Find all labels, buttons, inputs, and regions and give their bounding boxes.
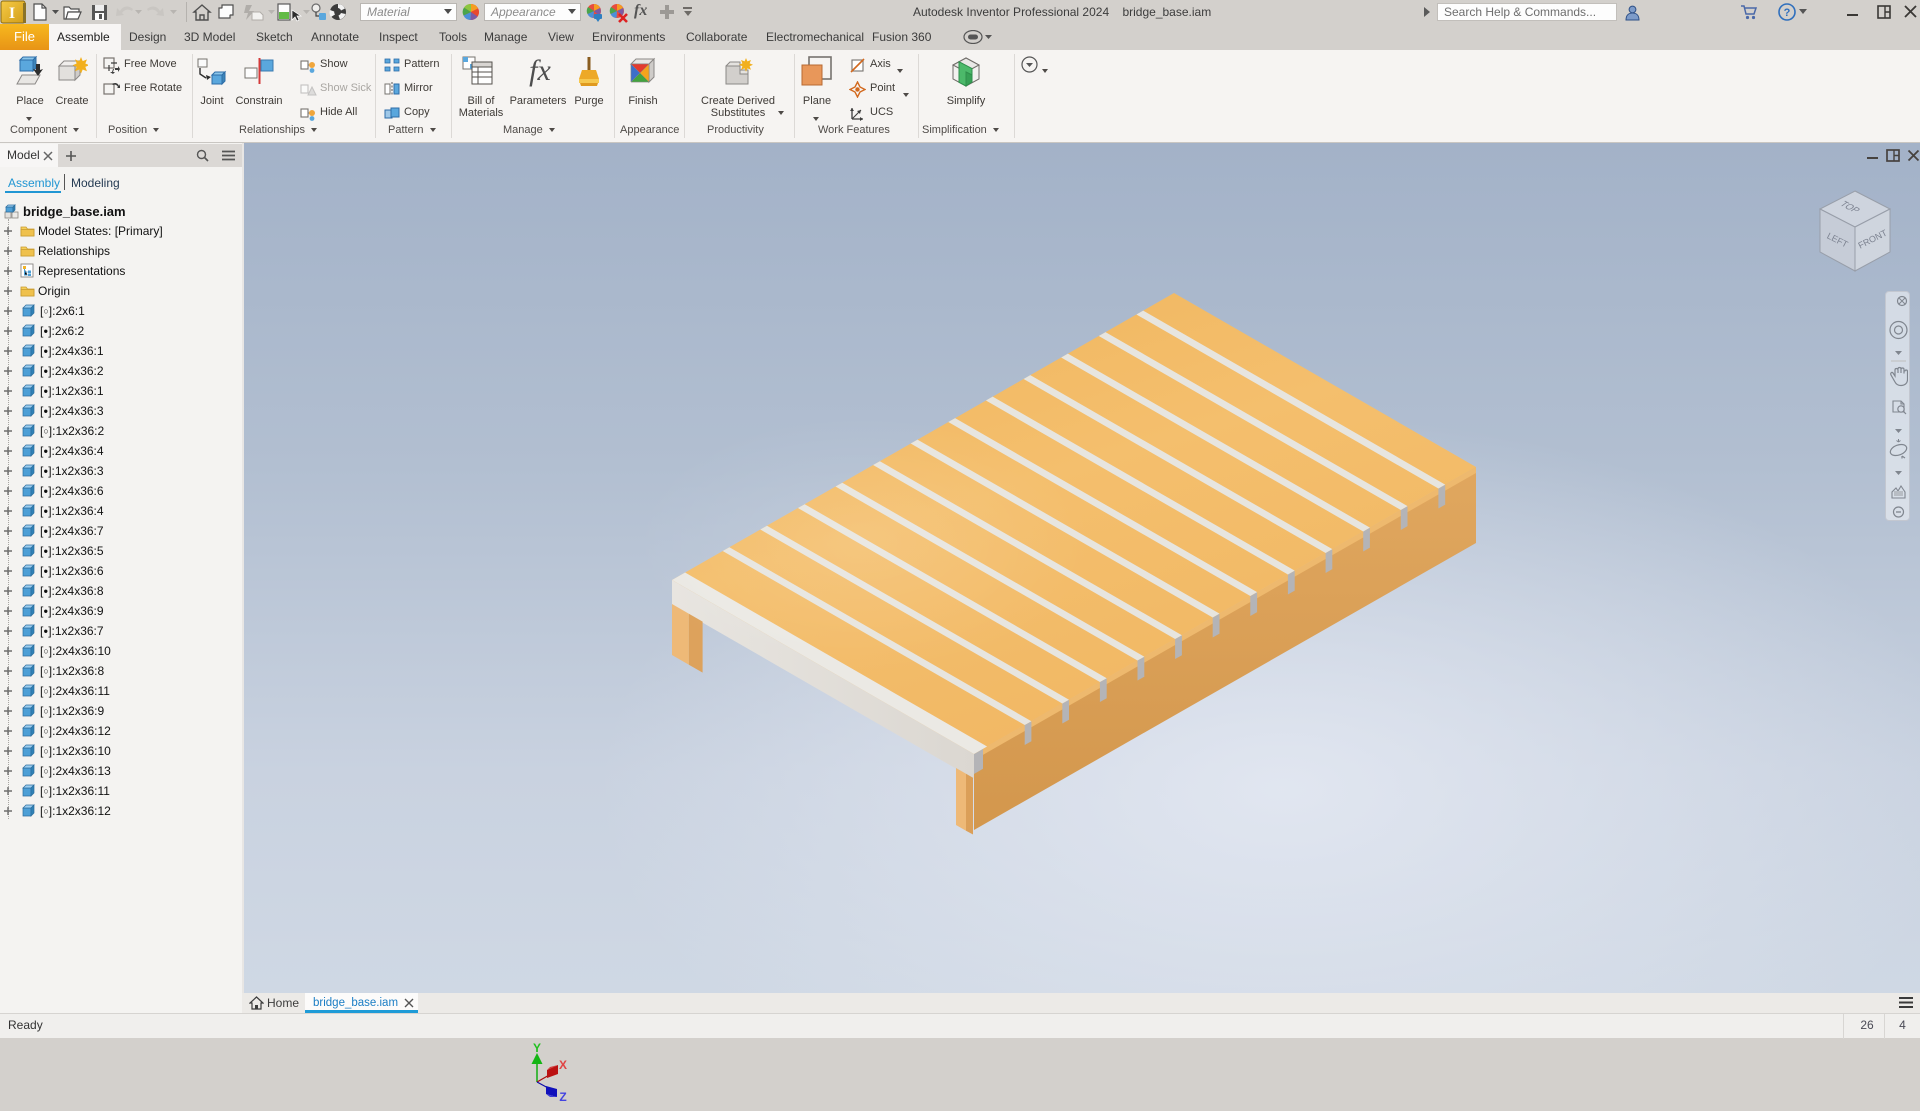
svg-text:Y: Y — [533, 1041, 541, 1055]
svg-text:X: X — [559, 1058, 567, 1072]
svg-text:?: ? — [1784, 7, 1791, 19]
svg-text:Z: Z — [559, 1090, 566, 1104]
svg-text:I: I — [9, 5, 15, 22]
